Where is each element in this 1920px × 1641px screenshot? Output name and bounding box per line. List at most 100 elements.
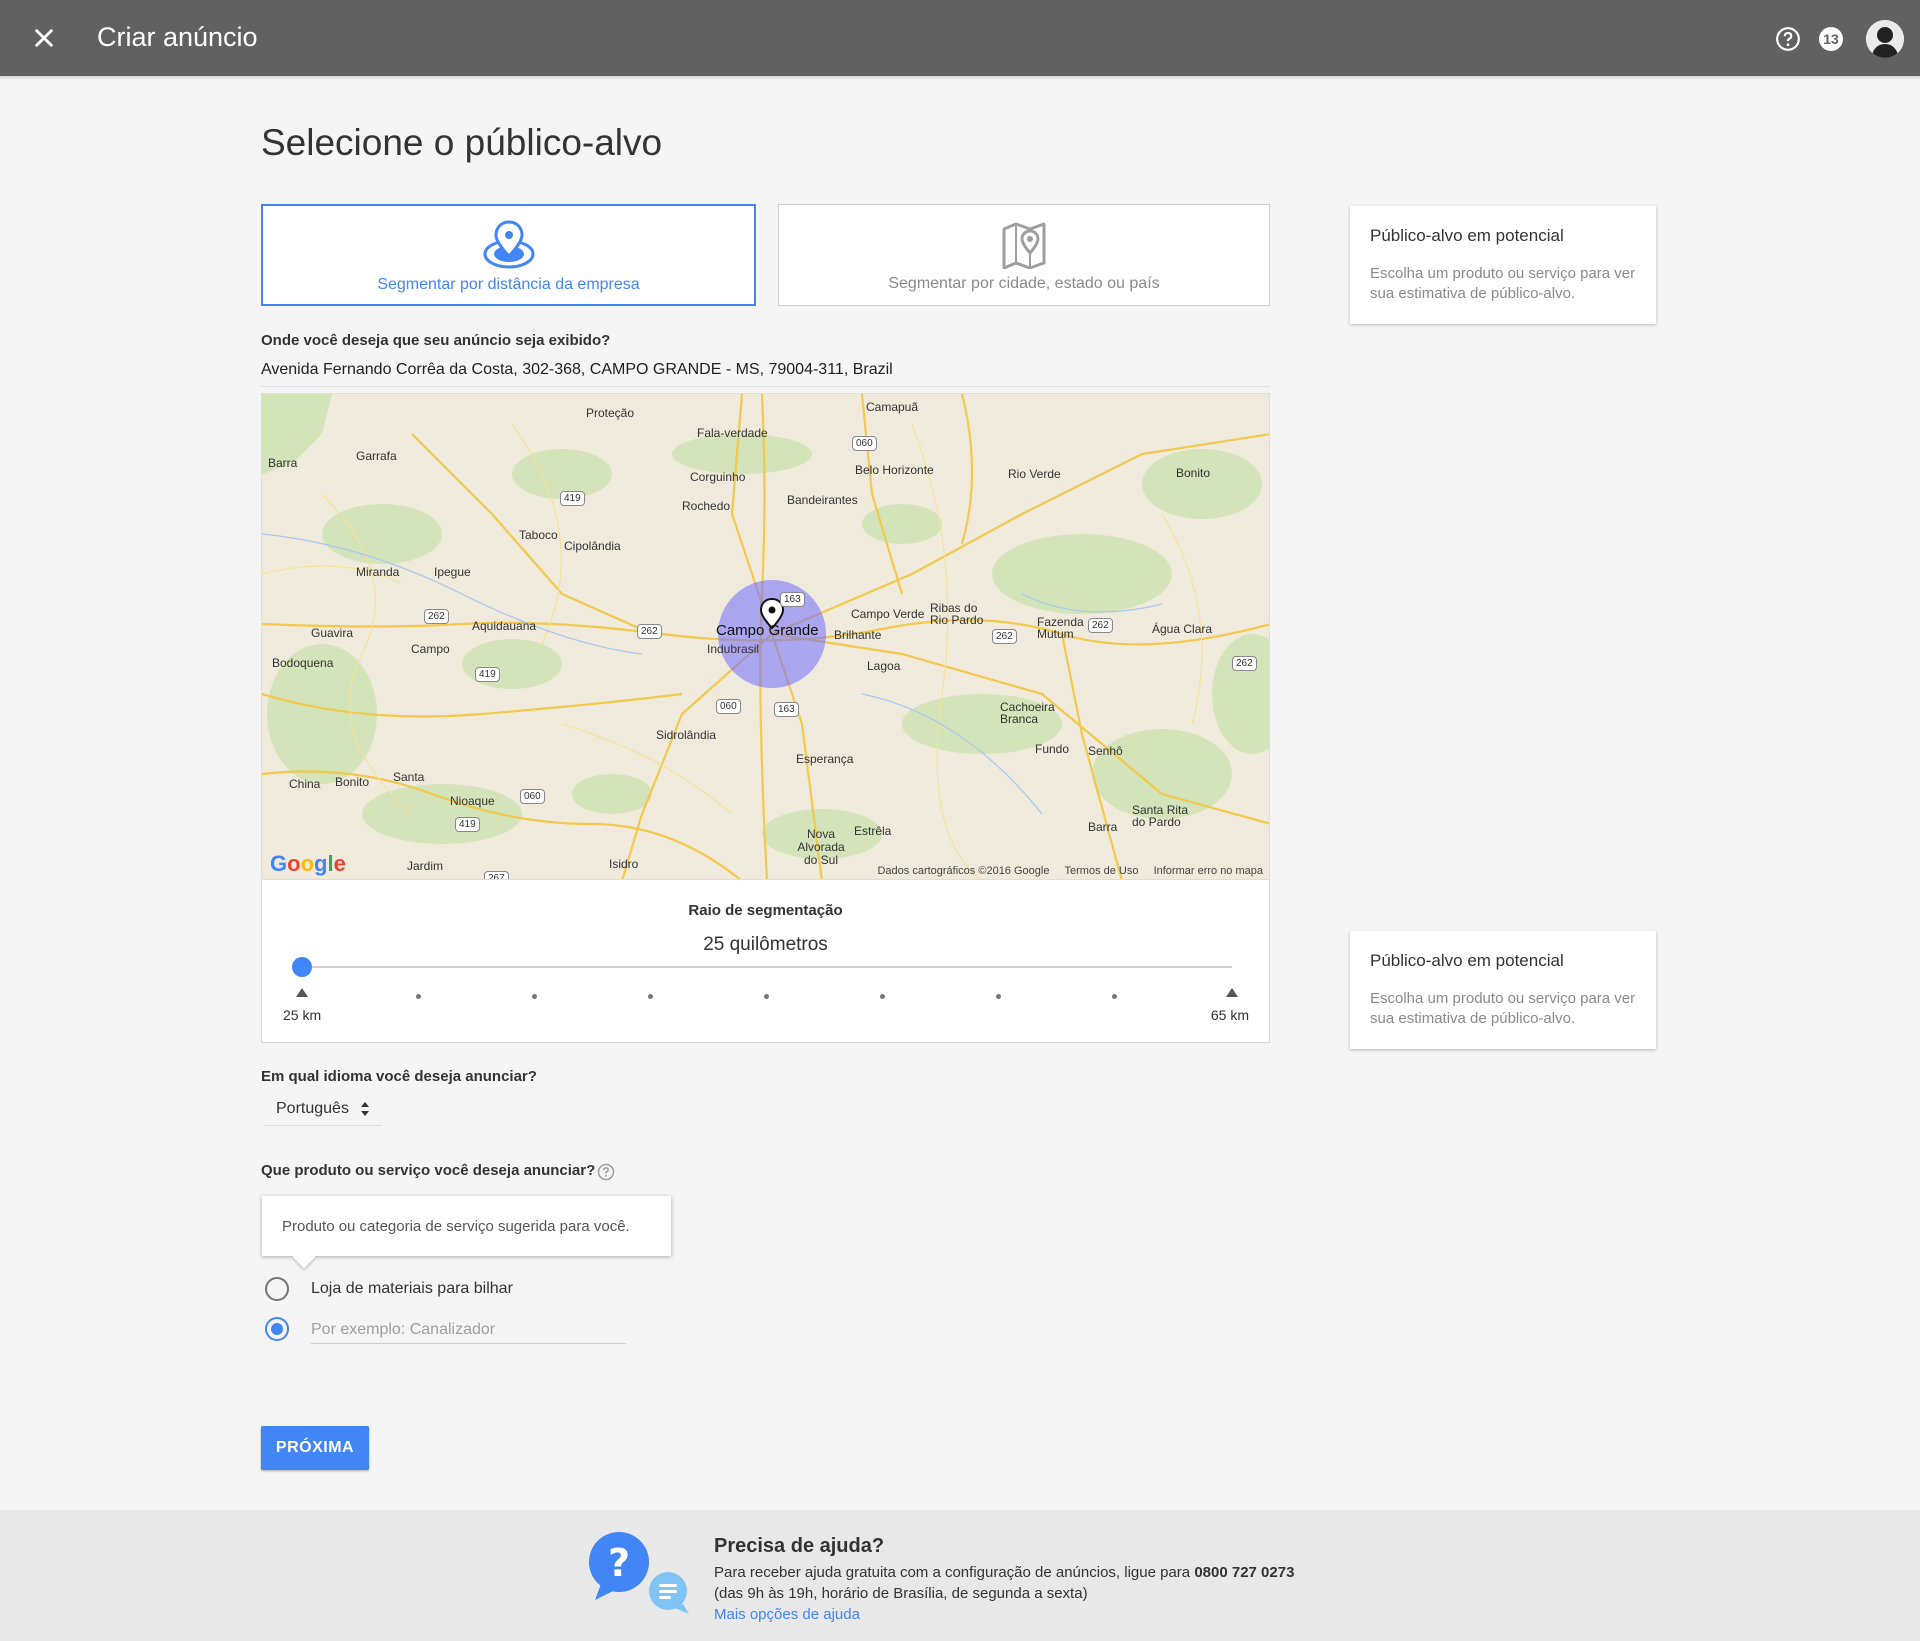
- help-line-1-text: Para receber ajuda gratuita com a config…: [714, 1564, 1191, 1581]
- page-header-title: Criar anúncio: [97, 22, 258, 52]
- map-place: Brilhante: [834, 628, 882, 642]
- map-place: Senhô: [1088, 744, 1123, 758]
- map-place: Jardim: [407, 859, 444, 873]
- map-place: Rochedo: [682, 499, 731, 513]
- radius-max-label: 65 km: [1210, 1007, 1249, 1023]
- map-place: Bandeirantes: [787, 493, 858, 507]
- help-circle-icon[interactable]: [597, 1163, 615, 1181]
- radius-value: 25 quilômetros: [703, 934, 828, 955]
- map[interactable]: Campo Grande Proteção Camapuã Fala-verda…: [261, 393, 1270, 880]
- more-help-link[interactable]: Mais opções de ajuda: [714, 1606, 860, 1623]
- map-report-link[interactable]: Informar erro no mapa: [1154, 865, 1263, 877]
- address-field[interactable]: Avenida Fernando Corrêa da Costa, 302-36…: [261, 361, 1270, 387]
- road-shield: 262: [637, 624, 662, 639]
- help-footer: ? Precisa de ajuda? Para receber ajuda g…: [0, 1510, 1920, 1641]
- potential-audience-title: Público-alvo em potencial: [1370, 226, 1564, 245]
- potential-audience-description: Escolha um produto ou serviço para ver s…: [1370, 265, 1636, 302]
- slider-max-marker: [1226, 988, 1238, 997]
- product-option-radio[interactable]: [265, 1277, 289, 1301]
- potential-audience-title: Público-alvo em potencial: [1370, 951, 1564, 970]
- map-place: Fundo: [1035, 742, 1070, 756]
- target-by-city-card[interactable]: Segmentar por cidade, estado ou país: [778, 204, 1270, 306]
- custom-product-radio[interactable]: [265, 1317, 289, 1341]
- help-title: Precisa de ajuda?: [714, 1535, 885, 1557]
- map-place: Estrêla: [854, 824, 892, 838]
- map-place: Nioaque: [450, 794, 495, 808]
- map-place: Nova Alvorada do Sul: [797, 827, 845, 867]
- target-by-distance-label: Segmentar por distância da empresa: [377, 276, 640, 293]
- page-title: Selecione o público-alvo: [261, 122, 663, 163]
- target-by-distance-card[interactable]: Segmentar por distância da empresa: [261, 204, 756, 306]
- sort-arrows-icon: [361, 1102, 369, 1116]
- map-place: Santa Rita do Pardo: [1132, 803, 1189, 829]
- slider-tick: [532, 994, 537, 999]
- radius-min-label: 25 km: [283, 1007, 322, 1023]
- slider-min-marker: [296, 988, 308, 997]
- map-place: Taboco: [519, 528, 558, 542]
- slider-tick: [648, 994, 653, 999]
- slider-tick: [416, 994, 421, 999]
- suggestion-text: Produto ou categoria de serviço sugerida…: [282, 1218, 630, 1235]
- map-place: Garrafa: [356, 449, 397, 463]
- map-place: Esperança: [796, 752, 854, 766]
- road-shield: 262: [1088, 618, 1113, 633]
- potential-audience-card: Público-alvo em potencial Escolha um pro…: [1350, 206, 1656, 324]
- map-place: Ribas do Rio Pardo: [930, 601, 984, 627]
- radius-label: Raio de segmentação: [688, 902, 843, 919]
- road-shield: 060: [520, 789, 545, 804]
- map-terms-link[interactable]: Termos de Uso: [1065, 865, 1139, 877]
- map-place: Proteção: [586, 406, 635, 420]
- location-question: Onde você deseja que seu anúncio seja ex…: [261, 332, 611, 349]
- suggestion-tooltip: Produto ou categoria de serviço sugerida…: [262, 1196, 671, 1269]
- map-data-credit: Dados cartográficos ©2016 Google: [877, 865, 1050, 877]
- map-place: Rio Verde: [1008, 467, 1061, 481]
- potential-audience-card-lower: Público-alvo em potencial Escolha um pro…: [1350, 931, 1656, 1049]
- map-place: Bodoquena: [272, 656, 334, 670]
- help-line-1: Para receber ajuda gratuita com a config…: [714, 1564, 1294, 1581]
- road-shield: 163: [780, 592, 805, 607]
- avatar[interactable]: [1866, 20, 1904, 58]
- map-place: Belo Horizonte: [855, 463, 934, 477]
- google-logo: Google: [270, 851, 346, 876]
- map-place: Bonito: [1176, 466, 1211, 480]
- notification-badge[interactable]: 13: [1819, 27, 1843, 51]
- slider-tick: [880, 994, 885, 999]
- road-shield: 262: [424, 609, 449, 624]
- road-shield: 060: [716, 699, 741, 714]
- radius-slider-track[interactable]: [302, 966, 1232, 968]
- map-place: Guavira: [311, 626, 354, 640]
- map-place: China: [289, 777, 321, 791]
- language-select[interactable]: Português: [264, 1096, 382, 1126]
- map-pin-icon: [1002, 222, 1046, 269]
- map-place: Cipolândia: [564, 539, 621, 553]
- help-line-2: (das 9h às 19h, horário de Brasília, de …: [714, 1585, 1088, 1602]
- slider-tick: [764, 994, 769, 999]
- slider-tick: [1112, 994, 1117, 999]
- map-place: Corguinho: [690, 470, 746, 484]
- language-selected-value: Português: [276, 1100, 349, 1117]
- location-radius-icon: [483, 220, 534, 269]
- map-place: Indubrasil: [707, 642, 760, 656]
- language-question: Em qual idioma você deseja anunciar?: [261, 1068, 537, 1085]
- map-place: Cachoeira Branca: [1000, 700, 1055, 726]
- slider-tick: [996, 994, 1001, 999]
- tooltip-caret: [292, 1245, 316, 1269]
- radius-slider-thumb[interactable]: [292, 957, 312, 977]
- map-place: Miranda: [356, 565, 400, 579]
- map-place: Fala-verdade: [697, 426, 768, 440]
- map-place: Campo Verde: [851, 607, 925, 621]
- close-icon[interactable]: [30, 24, 58, 52]
- map-place: Fazenda Mutum: [1037, 615, 1084, 641]
- help-phone: 0800 727 0273: [1194, 1564, 1295, 1581]
- radius-panel: Raio de segmentação 25 quilômetros 25 km…: [261, 880, 1270, 1043]
- map-place: Aquidauana: [472, 619, 537, 633]
- road-shield: 262: [1232, 656, 1257, 671]
- map-place: Isidro: [609, 857, 639, 871]
- help-icon[interactable]: [1775, 26, 1801, 52]
- map-center-label: Campo Grande: [716, 622, 819, 639]
- map-place: Santa: [393, 770, 425, 784]
- next-button[interactable]: PRÓXIMA: [261, 1426, 369, 1470]
- custom-product-input[interactable]: [311, 1316, 626, 1344]
- road-shield: 262: [992, 629, 1017, 644]
- product-option-label[interactable]: Loja de materiais para bilhar: [311, 1280, 513, 1298]
